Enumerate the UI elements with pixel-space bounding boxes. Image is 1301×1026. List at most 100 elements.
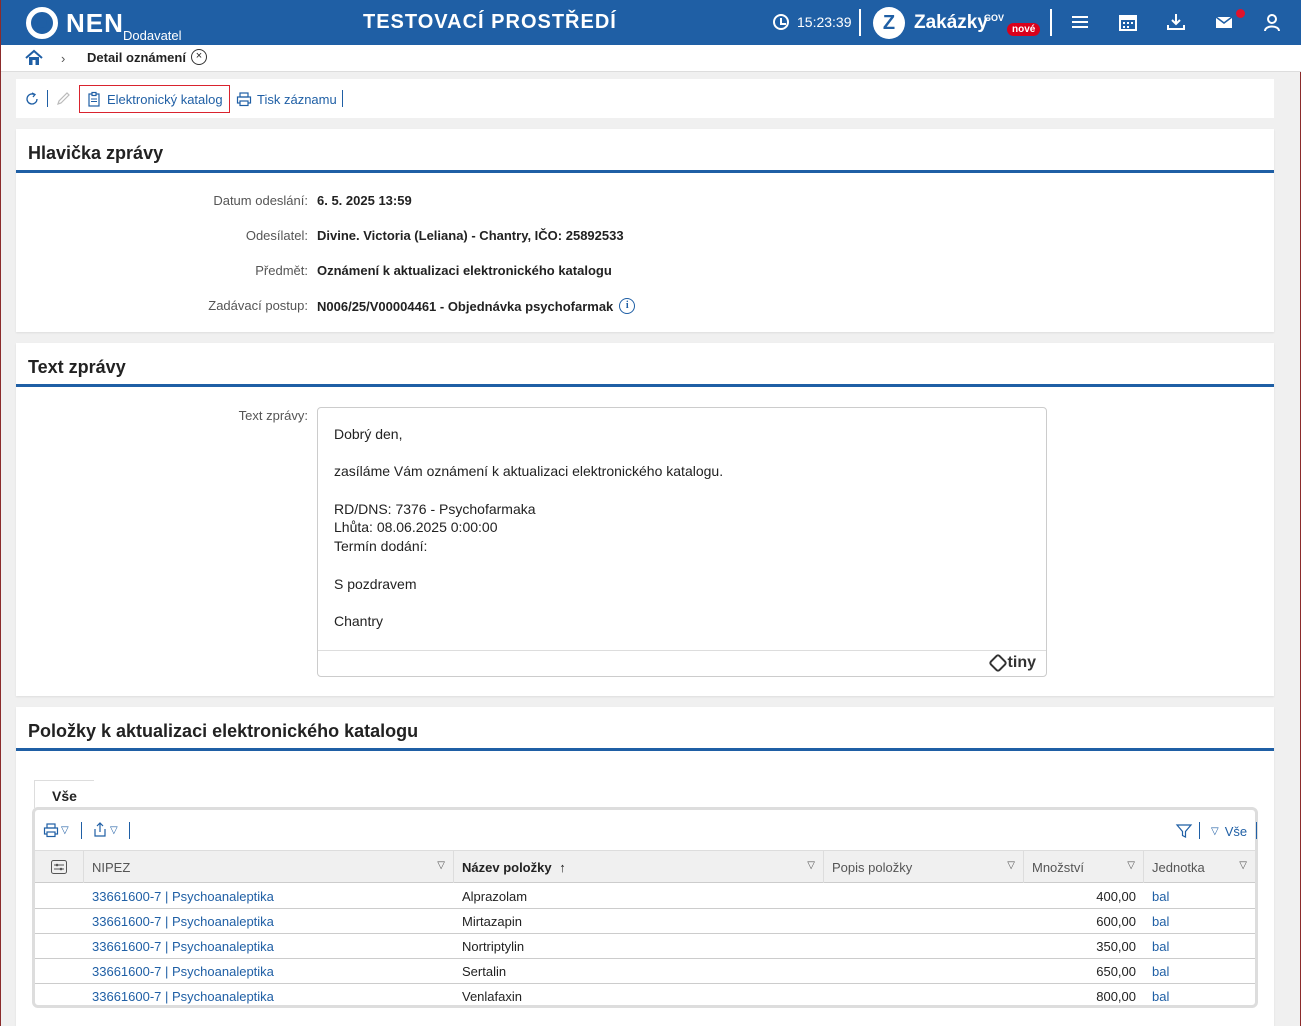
editor-body[interactable]: Dobrý den, zasíláme Vám oznámení k aktual… [318,408,1046,648]
tiny-brand[interactable]: tiny [987,653,1036,673]
top-bar: NEN Dodavatel TESTOVACÍ PROSTŘEDÍ 15:23:… [1,0,1301,45]
column-header-unit[interactable]: Jednotka ▽ [1144,851,1255,883]
row-select-cell[interactable] [35,984,84,1008]
cell-unit-link[interactable]: bal [1144,884,1255,908]
field-label: Datum odeslání: [213,193,308,208]
tab-all-label: Vše [52,788,77,804]
column-header-nipez[interactable]: NIPEZ ▽ [84,851,454,883]
field-label: Zadávací postup: [208,298,308,313]
printer-icon [236,92,252,107]
electronic-catalog-button[interactable]: Elektronický katalog [79,85,230,113]
column-filter-icon[interactable]: ▽ [1239,860,1247,871]
app-frame: NEN Dodavatel TESTOVACÍ PROSTŘEDÍ 15:23:… [0,0,1301,1026]
table-row[interactable]: 33661600-7 | Psychoanaleptika Alprazolam 4… [35,884,1255,909]
calendar-icon[interactable] [1118,12,1138,32]
chevron-right-icon: › [61,51,66,66]
editor-line: RD/DNS: 7376 - Psychofarmaka [334,500,536,517]
editor-statusbar: tiny [318,650,1046,676]
download-icon[interactable] [1166,12,1186,32]
home-icon[interactable] [25,49,43,67]
row-select-cell[interactable] [35,934,84,958]
zakazky-logo-icon[interactable]: Z [873,7,905,39]
close-tab-icon[interactable]: × [191,49,207,65]
menu-icon[interactable] [1070,12,1090,32]
column-label: NIPEZ [92,860,131,875]
edit-button[interactable] [55,85,71,113]
cell-item-name: Nortriptylin [462,939,525,954]
panel-title: Hlavička zprávy [16,129,1274,173]
row-select-cell[interactable] [35,884,84,908]
field-value: Divine. Victoria (Leliana) - Chantry, IČ… [317,228,624,243]
column-settings-cell[interactable] [35,851,84,883]
row-select-cell[interactable] [35,909,84,933]
cell-quantity: 600,00 [1096,914,1136,929]
user-icon[interactable] [1262,12,1282,32]
clipboard-icon [88,91,100,107]
print-record-button[interactable]: Tisk záznamu [236,85,337,113]
panel-title: Položky k aktualizaci elektronického kat… [16,707,1274,751]
cell-item-name: Venlafaxin [462,989,522,1004]
column-header-quantity[interactable]: Množství ▽ [1024,851,1144,883]
message-editor[interactable]: Dobrý den, zasíláme Vám oznámení k aktual… [317,407,1047,677]
column-filter-icon[interactable]: ▽ [1007,860,1015,871]
panel-title: Text zprávy [16,343,1274,387]
cell-unit-link[interactable]: bal [1144,959,1255,983]
clock-icon [773,14,789,30]
cell-nipez-link[interactable]: 33661600-7 | Psychoanaleptika [84,959,454,983]
divider [1050,9,1052,36]
cell-nipez-link[interactable]: 33661600-7 | Psychoanaleptika [84,884,454,908]
cell-quantity: 650,00 [1096,964,1136,979]
zakazky-link[interactable]: Zakázky [914,12,988,34]
column-filter-icon[interactable]: ▽ [1127,860,1135,871]
column-filter-icon[interactable]: ▽ [437,860,445,871]
sort-ascending-icon: ↑ [559,860,566,875]
grid-filter-button[interactable] [1175,822,1193,840]
row-select-cell[interactable] [35,959,84,983]
refresh-button[interactable] [24,85,40,113]
cell-quantity: 400,00 [1096,889,1136,904]
table-row[interactable]: 33661600-7 | Psychoanaleptika Venlafaxin 8… [35,984,1255,1009]
table-row[interactable]: 33661600-7 | Psychoanaleptika Mirtazapin 6… [35,909,1255,934]
logo-text[interactable]: NEN [66,8,124,39]
column-header-name[interactable]: Název položky ↑ ▽ [454,851,824,883]
editor-line: Chantry [334,612,384,629]
breadcrumb-current[interactable]: Detail oznámení [87,50,186,65]
table-row[interactable]: 33661600-7 | Psychoanaleptika Sertalin 650… [35,959,1255,984]
cell-item-description [824,909,1024,933]
pencil-icon [57,92,70,105]
cell-unit-link[interactable]: bal [1144,909,1255,933]
table-row[interactable]: 33661600-7 | Psychoanaleptika Nortriptyli… [35,934,1255,959]
cell-item-description [824,959,1024,983]
nen-logo-icon[interactable] [26,7,58,39]
cell-nipez-link[interactable]: 33661600-7 | Psychoanaleptika [84,984,454,1008]
view-selector[interactable]: ▽ Vše [1211,824,1247,839]
toolbar-divider [1256,822,1257,839]
cell-item-name: Mirtazapin [462,914,522,929]
cell-item-name: Sertalin [462,964,507,979]
cell-unit-link[interactable]: bal [1144,934,1255,958]
column-filter-icon[interactable]: ▽ [807,860,815,871]
column-header-description[interactable]: Popis položky ▽ [824,851,1024,883]
print-record-label: Tisk záznamu [257,91,337,107]
toolbar-divider [1199,822,1200,839]
field-subject: Předmět: Oznámení k aktualizaci elektron… [16,263,1274,283]
info-icon[interactable]: i [619,298,636,314]
tiny-label: tiny [1007,654,1036,671]
cell-nipez-link[interactable]: 33661600-7 | Psychoanaleptika [84,909,454,933]
record-toolbar: Elektronický katalog Tisk záznamu [16,79,1274,118]
mail-icon[interactable] [1214,12,1234,32]
field-value: N006/25/V00004461 - Objednávka psychofar… [317,298,636,314]
cell-item-description [824,884,1024,908]
grid-print-button[interactable]: ▽ [43,822,69,838]
cell-nipez-link[interactable]: 33661600-7 | Psychoanaleptika [84,934,454,958]
cell-unit-link[interactable]: bal [1144,984,1255,1008]
tab-all[interactable]: Vše [34,780,94,808]
items-grid: ▽ ▽ ▽ Vše NIPEZ ▽ Název položky ↑ ▽ Popi… [32,807,1258,1008]
electronic-catalog-label: Elektronický katalog [107,91,223,107]
grid-export-button[interactable]: ▽ [92,822,118,838]
cell-quantity: 350,00 [1096,939,1136,954]
chevron-down-icon: ▽ [110,824,118,836]
